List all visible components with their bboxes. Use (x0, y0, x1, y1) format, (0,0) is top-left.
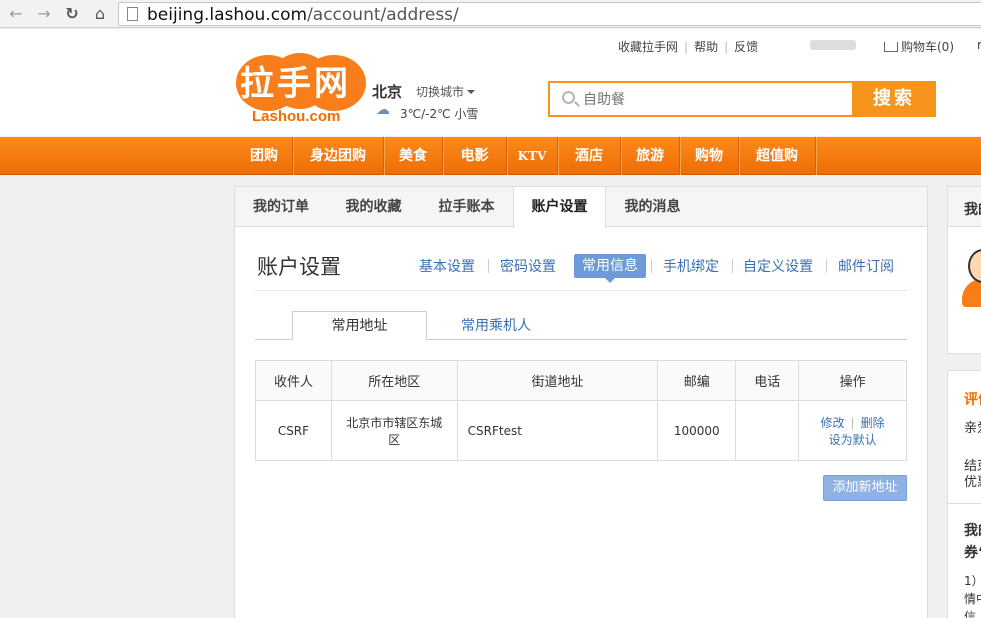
logo-domain: Lashou.com (252, 108, 341, 125)
edit-link[interactable]: 修改 (821, 416, 845, 430)
sidebar-review-title: 评价 (964, 392, 981, 408)
tab-my-favorites[interactable]: 我的收藏 (327, 187, 420, 227)
home-icon[interactable]: ⌂ (90, 4, 110, 24)
sidebar-profile-title: 我的 (964, 202, 981, 218)
tab-common-passengers[interactable]: 常用乘机人 (461, 315, 531, 335)
sidebar-coupon-box: 我的 券“ 1） 情中 信。 (947, 504, 981, 618)
snow-cloud-icon: ☁ (376, 102, 390, 118)
feedback-link[interactable]: 反馈 (734, 38, 758, 55)
cell-phone (735, 400, 800, 461)
nav-item-movie[interactable]: 电影 (443, 137, 506, 175)
nav-item-tuangou[interactable]: 团购 (236, 137, 292, 175)
tab-account-settings[interactable]: 账户设置 (513, 187, 606, 228)
help-link[interactable]: 帮助 (694, 38, 718, 55)
current-city: 北京 (372, 83, 403, 101)
address-bar[interactable]: beijing.lashou.com/account/address/ (118, 2, 981, 26)
url-text: beijing.lashou.com/account/address/ (147, 5, 459, 25)
search-button[interactable]: 搜索 (852, 81, 936, 117)
tab-my-orders[interactable]: 我的订单 (235, 187, 327, 227)
cell-recipient: CSRF (255, 400, 332, 461)
switch-city-dropdown[interactable]: 切换城市 (416, 83, 476, 100)
page-title: 账户设置 (257, 255, 341, 279)
nav-item-hotel[interactable]: 酒店 (558, 137, 620, 175)
address-table: 收件人 所在地区 街道地址 邮编 电话 操作 CSRF 北京市市辖区东城区 CS… (255, 360, 907, 461)
top-links: 收藏拉手网 | 帮助 | 反馈 (618, 38, 759, 55)
cell-zip: 100000 (657, 400, 737, 461)
username-blurred[interactable] (810, 40, 856, 50)
page-icon (127, 7, 138, 21)
tab-lashou-ledger[interactable]: 拉手账本 (420, 187, 513, 227)
subnav-common-info[interactable]: 常用信息 (574, 254, 646, 283)
nav-item-ktv[interactable]: KTV (507, 137, 557, 175)
cell-region: 北京市市辖区东城区 (330, 400, 458, 461)
delete-link[interactable]: 删除 (861, 416, 885, 430)
set-default-link[interactable]: 设为默认 (829, 433, 877, 447)
table-header-row: 收件人 所在地区 街道地址 邮编 电话 操作 (255, 360, 907, 401)
account-tabs: 我的订单 我的收藏 拉手账本 账户设置 我的消息 (235, 187, 927, 228)
forward-arrow-icon[interactable]: → (34, 4, 54, 24)
col-recipient: 收件人 (255, 360, 332, 401)
logo[interactable]: 拉手网 (240, 56, 351, 105)
nav-item-shopping[interactable]: 购物 (680, 137, 738, 175)
nav-item-food[interactable]: 美食 (384, 137, 442, 175)
cell-actions: 修改 | 删除 设为默认 (798, 400, 907, 461)
reload-icon[interactable]: ↻ (62, 4, 82, 24)
nav-item-travel[interactable]: 旅游 (621, 137, 679, 175)
divider (255, 290, 907, 291)
col-phone: 电话 (735, 360, 800, 401)
sidebar-profile-box: 我的 (947, 186, 981, 354)
cell-street: CSRFtest (456, 400, 659, 461)
subnav-password[interactable]: 密码设置 (500, 256, 556, 276)
col-region: 所在地区 (330, 360, 458, 401)
search-box (548, 81, 854, 117)
subnav-email-subscription[interactable]: 邮件订阅 (838, 256, 894, 276)
cart-icon (884, 42, 898, 52)
tab-common-address[interactable]: 常用地址 (292, 311, 427, 340)
caret-down-icon (467, 90, 476, 94)
add-address-button[interactable]: 添加新地址 (823, 475, 907, 501)
weather-text: 3℃/-2℃ 小雪 (400, 107, 479, 121)
col-zip: 邮编 (657, 360, 737, 401)
favorite-site-link[interactable]: 收藏拉手网 (618, 38, 678, 55)
col-actions: 操作 (798, 360, 907, 401)
tab-my-messages[interactable]: 我的消息 (606, 187, 699, 227)
browser-toolbar: ← → ↻ ⌂ beijing.lashou.com/account/addre… (0, 0, 981, 28)
subnav-basic[interactable]: 基本设置 (419, 256, 475, 276)
search-input[interactable] (583, 90, 843, 110)
nav-item-nearby[interactable]: 身边团购 (293, 137, 383, 175)
back-arrow-icon[interactable]: ← (6, 4, 26, 24)
avatar[interactable] (962, 249, 981, 309)
main-nav: 团购 身边团购 美食 电影 KTV 酒店 旅游 购物 超值购 (0, 137, 981, 175)
account-panel: 我的订单 我的收藏 拉手账本 账户设置 我的消息 账户设置 基本设置 密码设置 … (234, 186, 928, 618)
subnav-phone-binding[interactable]: 手机绑定 (663, 256, 719, 276)
sidebar-review-box: 评价 亲爱 结束 优惠 (947, 370, 981, 504)
cart-link[interactable]: 购物车(0) (884, 38, 954, 55)
nav-item-value-buy[interactable]: 超值购 (739, 137, 815, 175)
toplink-overflow: r (977, 38, 981, 52)
col-street: 街道地址 (456, 360, 659, 401)
table-row: CSRF 北京市市辖区东城区 CSRFtest 100000 修改 | 删除 设为默… (255, 400, 907, 461)
subnav-custom-settings[interactable]: 自定义设置 (743, 256, 813, 276)
search-icon (562, 91, 575, 104)
